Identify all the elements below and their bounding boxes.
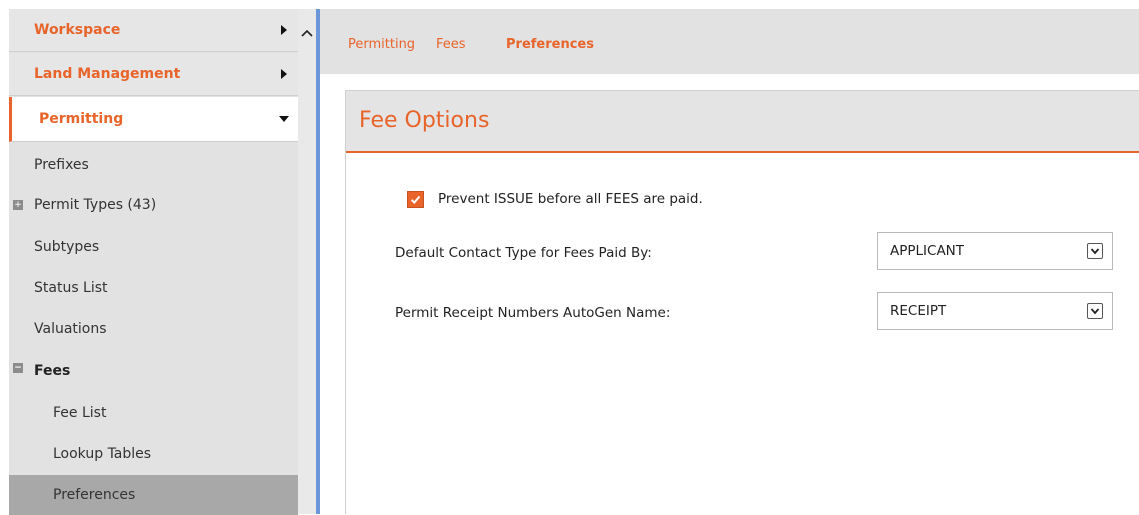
dropdown-arrow-icon[interactable]: [1087, 303, 1103, 319]
prevent-issue-checkbox[interactable]: [407, 191, 424, 208]
sidebar-header-land-management[interactable]: Land Management: [9, 53, 298, 96]
collapse-minus-icon[interactable]: −: [13, 363, 23, 373]
breadcrumb-permitting[interactable]: Permitting: [348, 37, 415, 52]
sidebar-item-lookup-tables[interactable]: Lookup Tables: [9, 434, 298, 474]
sidebar-item-label: Fees: [34, 363, 71, 379]
default-contact-type-select[interactable]: APPLICANT: [877, 232, 1113, 270]
sidebar-item-label: Preferences: [53, 487, 136, 503]
sidebar-header-label: Land Management: [34, 66, 181, 82]
dropdown-arrow-icon[interactable]: [1087, 243, 1103, 259]
sidebar-header-label: Workspace: [34, 22, 121, 38]
receipt-autogen-select[interactable]: RECEIPT: [877, 292, 1113, 330]
sidebar-header-workspace[interactable]: Workspace: [9, 9, 298, 52]
sidebar: Workspace Land Management Permitting Pre…: [9, 9, 298, 515]
breadcrumb: Permitting Fees Preferences: [320, 9, 1139, 74]
sidebar-item-label: Fee List: [53, 405, 107, 421]
sidebar-item-label: Subtypes: [34, 239, 100, 255]
sidebar-item-label: Valuations: [34, 321, 107, 337]
panel-header: Fee Options: [346, 91, 1139, 153]
checkmark-icon: [410, 195, 421, 204]
sidebar-header-label: Permitting: [39, 111, 124, 127]
expand-plus-icon[interactable]: +: [13, 200, 23, 210]
panel-divider[interactable]: [316, 9, 320, 514]
sidebar-item-status-list[interactable]: Status List: [9, 268, 298, 308]
sidebar-item-label: Permit Types (43): [34, 197, 157, 213]
panel-title: Fee Options: [359, 108, 490, 133]
scroll-up-icon[interactable]: [300, 27, 314, 39]
caret-right-icon: [281, 25, 287, 35]
receipt-autogen-label: Permit Receipt Numbers AutoGen Name:: [395, 305, 671, 321]
sidebar-item-fees[interactable]: − Fees: [9, 351, 298, 391]
sidebar-item-fee-list[interactable]: Fee List: [9, 393, 298, 433]
breadcrumb-preferences: Preferences: [506, 37, 594, 52]
select-value: RECEIPT: [890, 303, 947, 319]
sidebar-item-preferences[interactable]: Preferences: [9, 475, 298, 515]
select-value: APPLICANT: [890, 243, 965, 259]
prevent-issue-label[interactable]: Prevent ISSUE before all FEES are paid.: [438, 191, 703, 207]
default-contact-type-label: Default Contact Type for Fees Paid By:: [395, 245, 652, 261]
sidebar-header-permitting[interactable]: Permitting: [9, 97, 298, 142]
sidebar-item-label: Prefixes: [34, 157, 89, 173]
sidebar-item-subtypes[interactable]: Subtypes: [9, 227, 298, 267]
sidebar-item-label: Lookup Tables: [53, 446, 152, 462]
sidebar-item-prefixes[interactable]: Prefixes: [9, 145, 298, 185]
sidebar-scrollbar[interactable]: [298, 9, 316, 514]
caret-right-icon: [281, 69, 287, 79]
sidebar-item-permit-types[interactable]: + Permit Types (43): [9, 185, 298, 225]
caret-down-icon: [279, 116, 289, 122]
sidebar-item-valuations[interactable]: Valuations: [9, 309, 298, 349]
fee-options-panel: Fee Options Prevent ISSUE before all FEE…: [345, 90, 1139, 514]
sidebar-item-label: Status List: [34, 280, 108, 296]
breadcrumb-fees[interactable]: Fees: [436, 37, 466, 52]
